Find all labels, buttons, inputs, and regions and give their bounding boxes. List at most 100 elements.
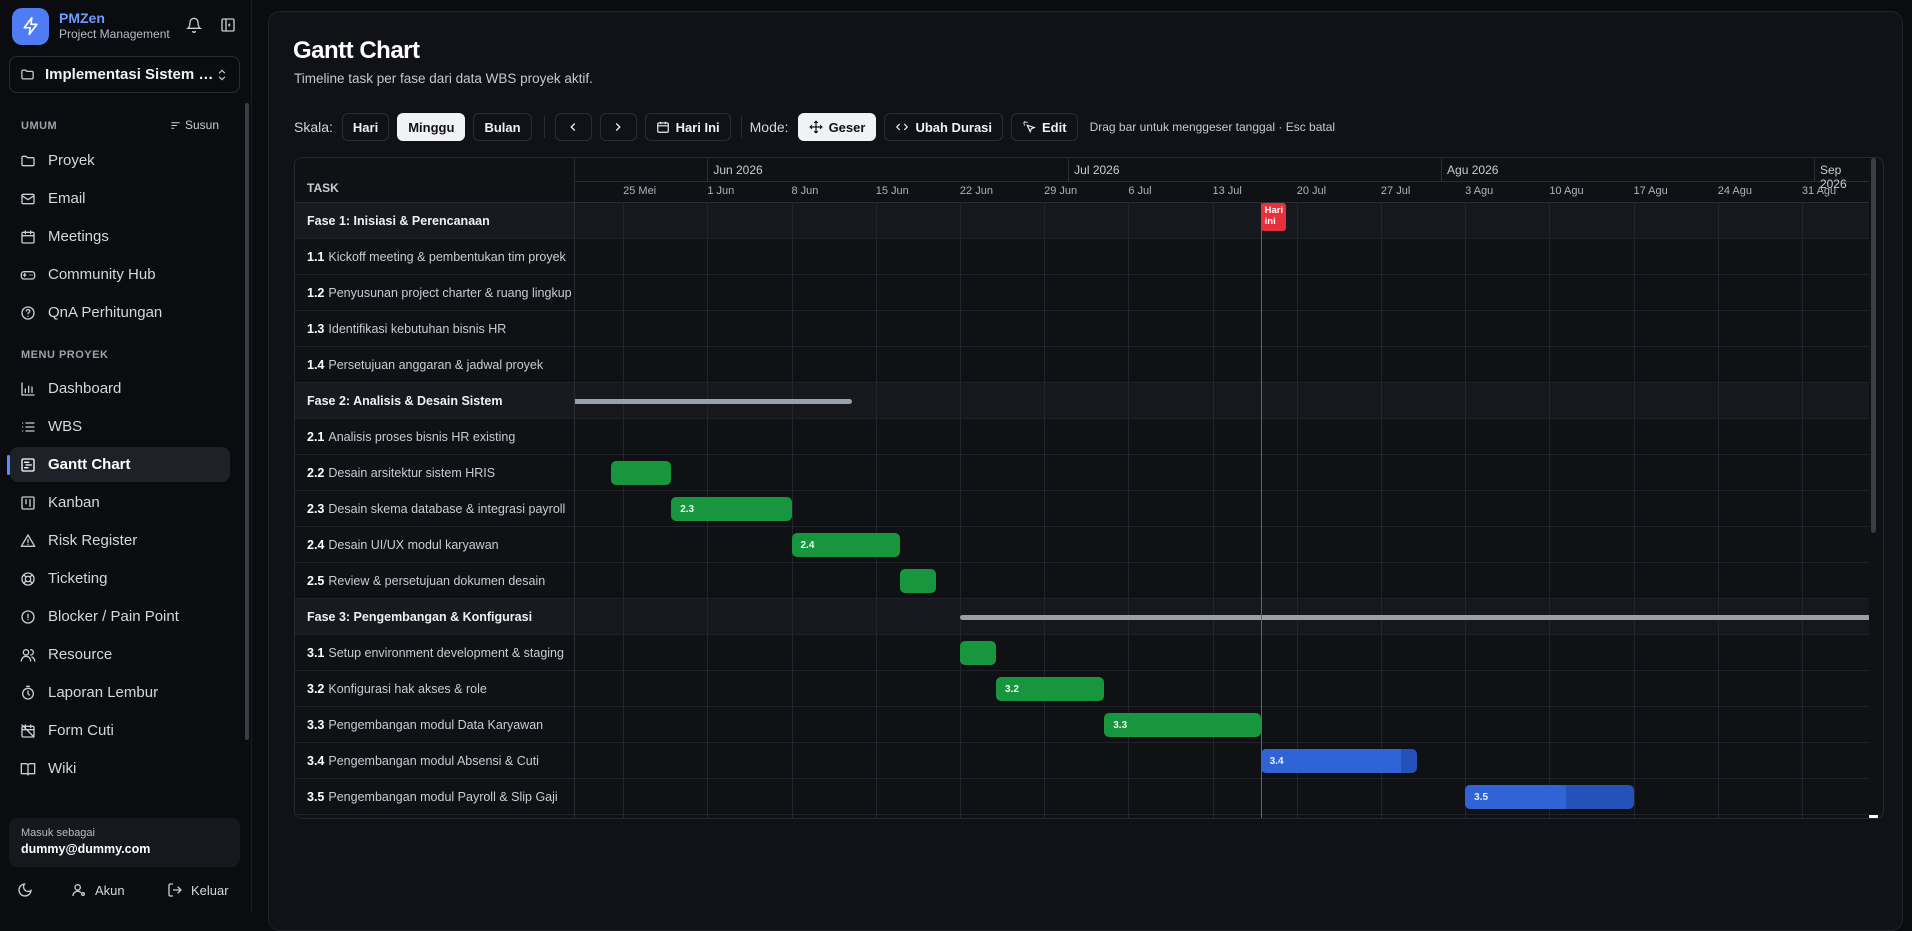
sidebar-item-label: Risk Register: [48, 532, 138, 549]
sidebar-item-blocker-pain-point[interactable]: Blocker / Pain Point: [10, 599, 230, 634]
week-gridline: [791, 203, 793, 818]
task-bar[interactable]: 3.3: [1104, 713, 1261, 737]
task-row[interactable]: 3.4 Pengembangan modul Absensi & Cuti: [295, 743, 574, 779]
phase-row[interactable]: Fase 1: Inisiasi & Perencanaan: [295, 203, 574, 239]
task-bar[interactable]: 3.4: [1260, 749, 1417, 773]
task-row[interactable]: 2.1 Analisis proses bisnis HR existing: [295, 419, 574, 455]
phase-summary-bar[interactable]: [575, 399, 852, 404]
timeline[interactable]: Jun 2026 Jul 2026 Agu 2026 Sep 2026 25 Mei 1…: [575, 158, 1869, 818]
sidebar-item-wbs[interactable]: WBS: [10, 409, 230, 444]
task-number: 3.2: [307, 681, 325, 696]
sidebar-item-resource[interactable]: Resource: [10, 637, 230, 672]
toolbar-divider: [543, 116, 545, 138]
task-bar-label: 2.3: [680, 503, 695, 515]
sidebar-item-risk-register[interactable]: Risk Register: [10, 523, 230, 558]
week-tick-label: 6 Jul: [1128, 185, 1152, 197]
today-button[interactable]: Hari Ini: [644, 113, 731, 141]
week-gridline: [1296, 203, 1298, 818]
task-number: 2.3: [307, 501, 325, 516]
task-row[interactable]: 3.5 Pengembangan modul Payroll & Slip Gaj…: [295, 779, 574, 815]
task-name: Pengembangan modul Absensi & Cuti: [328, 753, 539, 768]
task-row[interactable]: 2.5 Review & persetujuan dokumen desain: [295, 563, 574, 599]
sidebar-item-laporan-lembur[interactable]: Laporan Lembur: [10, 675, 230, 710]
task-bar[interactable]: [899, 569, 936, 593]
sort-button[interactable]: Susun: [170, 118, 219, 132]
sidebar-item-label: Meetings: [48, 228, 109, 245]
account-button[interactable]: Akun: [71, 878, 125, 902]
task-bar[interactable]: [611, 461, 672, 485]
task-number: 3.5: [307, 789, 325, 804]
user-settings-icon: [72, 884, 85, 897]
prev-button[interactable]: [554, 113, 592, 141]
timeline-row: [575, 311, 1869, 347]
task-bar[interactable]: 3.5: [1465, 785, 1634, 809]
help-circle-icon: [20, 305, 48, 321]
app-subtitle: Project Management: [59, 27, 170, 41]
code-icon: [896, 123, 909, 131]
sidebar-item-gantt-chart[interactable]: Gantt Chart: [7, 447, 230, 482]
gantt-chart: TASK Fase 1: Inisiasi & Perencanaan 1.1 Ki…: [294, 157, 1884, 819]
main-panel: Gantt Chart Timeline task per fase dari …: [268, 11, 1903, 931]
sidebar-scrollbar[interactable]: [245, 103, 249, 740]
task-row[interactable]: 2.3 Desain skema database & integrasi pay…: [295, 491, 574, 527]
task-bar[interactable]: 3.2: [996, 677, 1105, 701]
sidebar-item-meetings[interactable]: Meetings: [10, 219, 230, 254]
task-row[interactable]: 3.3 Pengembangan modul Data Karyawan: [295, 707, 574, 743]
task-row[interactable]: 1.4 Persetujuan anggaran & jadwal proyek: [295, 347, 574, 383]
task-row[interactable]: 3.1 Setup environment development & stagi…: [295, 635, 574, 671]
kanban-icon: [20, 495, 48, 511]
sidebar-item-dashboard[interactable]: Dashboard: [10, 371, 230, 406]
week-gridline: [1717, 203, 1719, 818]
sidebar-item-qna-perhitungan[interactable]: QnA Perhitungan: [10, 295, 230, 330]
sidebar-item-proyek[interactable]: Proyek: [10, 143, 230, 178]
brand[interactable]: PMZen Project Management: [12, 7, 170, 45]
task-number: 1.2: [307, 285, 325, 300]
chevrons-updown-icon: [218, 69, 226, 80]
task-row[interactable]: 1.3 Identifikasi kebutuhan bisnis HR: [295, 311, 574, 347]
task-bar[interactable]: 2.4: [791, 533, 900, 557]
sidebar-item-label: Resource: [48, 646, 113, 663]
task-row[interactable]: 2.2 Desain arsitektur sistem HRIS: [295, 455, 574, 491]
task-bar-label: 3.3: [1113, 719, 1128, 731]
scale-week-button[interactable]: Minggu: [397, 113, 466, 141]
task-row[interactable]: 3.2 Konfigurasi hak akses & role: [295, 671, 574, 707]
task-name: Desain arsitektur sistem HRIS: [328, 465, 496, 480]
task-row[interactable]: 1.2 Penyusunan project charter & ruang li…: [295, 275, 574, 311]
sidebar-item-label: Ticketing: [48, 570, 108, 587]
phase-row[interactable]: Fase 2: Analisis & Desain Sistem: [295, 383, 574, 419]
sidebar-item-email[interactable]: Email: [10, 181, 230, 216]
sidebar-item-community-hub[interactable]: Community Hub: [10, 257, 230, 292]
user-box: Masuk sebagai dummy@dummy.com: [9, 818, 240, 867]
week-gridline: [1044, 203, 1046, 818]
phase-summary-bar[interactable]: [959, 615, 1869, 620]
sidebar-item-form-cuti[interactable]: Form Cuti: [10, 713, 230, 748]
mode-edit-button[interactable]: Edit: [1011, 113, 1078, 141]
mode-resize-button[interactable]: Ubah Durasi: [884, 113, 1004, 141]
sidebar-toggle-icon[interactable]: [219, 16, 237, 34]
scale-day-button[interactable]: Hari: [341, 113, 390, 141]
sidebar-item-ticketing[interactable]: Ticketing: [10, 561, 230, 596]
chevron-right-icon: [615, 123, 621, 131]
theme-toggle-button[interactable]: [17, 878, 41, 902]
next-button[interactable]: [599, 113, 637, 141]
task-row[interactable]: 2.4 Desain UI/UX modul karyawan: [295, 527, 574, 563]
task-number: 2.5: [307, 573, 325, 588]
bell-icon[interactable]: [185, 16, 203, 34]
week-gridline: [1549, 203, 1551, 818]
task-bar[interactable]: 2.3: [671, 497, 792, 521]
calendar-off-icon: [20, 723, 48, 739]
timeline-row: [575, 671, 1869, 707]
task-bar[interactable]: [959, 641, 996, 665]
project-selector[interactable]: Implementasi Sistem HRIS: [9, 56, 240, 93]
gantt-vertical-scrollbar[interactable]: [1871, 158, 1876, 533]
task-name: Penyusunan project charter & ruang lingk…: [328, 285, 572, 300]
sidebar-item-wiki[interactable]: Wiki: [10, 751, 230, 786]
logout-button[interactable]: Keluar: [167, 878, 229, 902]
sidebar-item-label: Gantt Chart: [48, 456, 131, 473]
scale-month-button[interactable]: Bulan: [473, 113, 532, 141]
week-tick-label: 31 Agu: [1801, 185, 1837, 197]
sidebar-item-kanban[interactable]: Kanban: [10, 485, 230, 520]
task-row[interactable]: 1.1 Kickoff meeting & pembentukan tim pro…: [295, 239, 574, 275]
phase-row[interactable]: Fase 3: Pengembangan & Konfigurasi: [295, 599, 574, 635]
mode-move-button[interactable]: Geser: [797, 113, 877, 141]
